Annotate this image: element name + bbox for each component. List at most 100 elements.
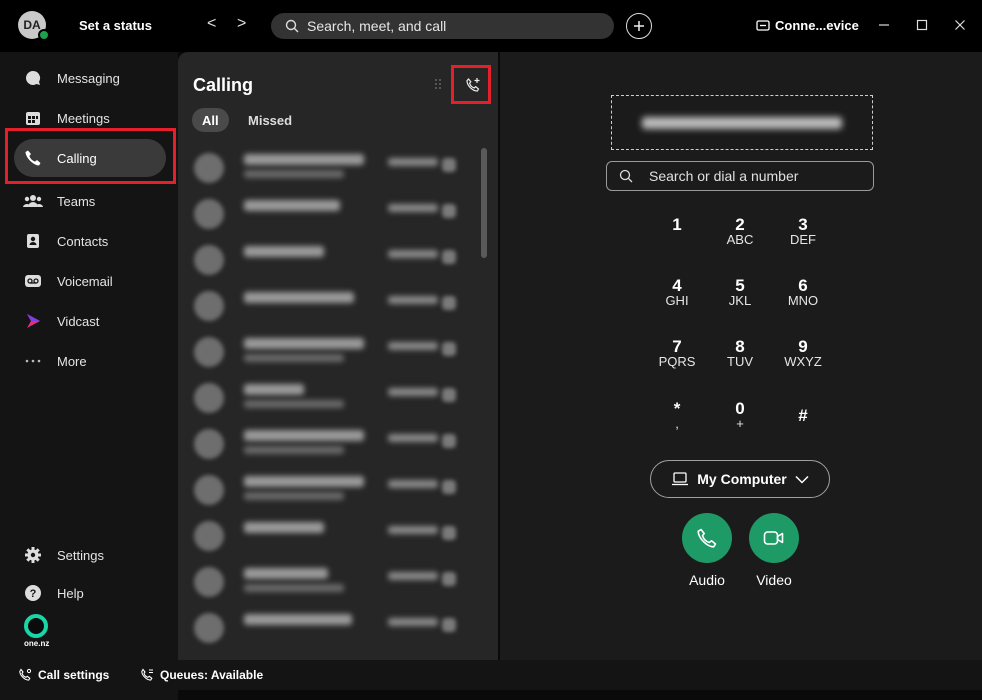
voicemail-icon	[25, 275, 41, 287]
call-history-list	[178, 144, 478, 650]
sidebar-item-label: Teams	[57, 193, 96, 209]
close-button[interactable]	[949, 14, 971, 36]
search-icon	[285, 19, 299, 33]
contacts-icon	[27, 234, 39, 248]
chevron-down-icon	[795, 475, 809, 484]
connect-device-label: Conne...evice	[775, 18, 859, 33]
vidcast-icon	[27, 314, 40, 328]
list-item[interactable]	[178, 512, 478, 558]
sidebar-item-label: Vidcast	[57, 313, 100, 329]
device-icon	[756, 19, 770, 31]
sidebar-item-vidcast[interactable]: Vidcast	[14, 302, 166, 340]
brand-logo: one.nz	[24, 614, 50, 648]
add-button[interactable]	[626, 13, 652, 39]
plus-icon	[634, 21, 644, 31]
set-status-button[interactable]: Set a status	[79, 18, 152, 33]
gear-icon	[25, 547, 41, 563]
call-history-panel: Calling All Missed	[178, 52, 498, 660]
maximize-icon	[916, 19, 928, 31]
list-item[interactable]	[178, 144, 478, 190]
dialpad-key-0[interactable]: 0 +	[715, 400, 765, 431]
filter-all-tab[interactable]: All	[192, 108, 229, 132]
device-select-label: My Computer	[697, 471, 787, 487]
dialpad-key-hash[interactable]: #	[778, 407, 828, 424]
phone-icon	[697, 528, 717, 548]
messaging-icon	[25, 70, 41, 85]
search-icon	[619, 169, 633, 183]
help-icon: ?	[25, 585, 41, 601]
new-call-highlight-box	[451, 65, 491, 104]
filter-missed-tab[interactable]: Missed	[238, 108, 302, 132]
dialpad-key-1[interactable]: 1	[652, 216, 702, 233]
sidebar-item-label: More	[57, 353, 87, 369]
sidebar-item-label: Settings	[57, 547, 104, 563]
video-call-label: Video	[756, 572, 792, 588]
dialpad-key-5[interactable]: 5 JKL	[715, 277, 765, 308]
page-title: Calling	[193, 75, 254, 95]
dialpad-key-star[interactable]: *,	[652, 400, 702, 431]
device-select-dropdown[interactable]: My Computer	[650, 460, 830, 498]
sidebar-item-voicemail[interactable]: Voicemail	[14, 262, 166, 300]
teams-icon	[23, 195, 43, 207]
sidebar-item-teams[interactable]: Teams	[14, 182, 166, 220]
sidebar-item-label: Messaging	[57, 70, 120, 86]
list-item[interactable]	[178, 328, 478, 374]
list-item[interactable]	[178, 466, 478, 512]
caller-id-display	[611, 95, 873, 150]
back-arrow-icon[interactable]: <	[207, 15, 216, 33]
audio-call-label: Audio	[689, 572, 725, 588]
dialpad-key-3[interactable]: 3 DEF	[778, 216, 828, 247]
sidebar-item-more[interactable]: More	[14, 342, 166, 380]
dial-search-input[interactable]: Search or dial a number	[606, 161, 874, 191]
title-bar: DA Set a status < > Search, meet, and ca…	[0, 0, 982, 52]
dialpad-key-6[interactable]: 6 MNO	[778, 277, 828, 308]
dialpad-key-8[interactable]: 8 TUV	[715, 338, 765, 369]
sidebar-item-settings[interactable]: Settings	[14, 536, 166, 574]
maximize-button[interactable]	[911, 14, 933, 36]
minimize-button[interactable]	[873, 14, 895, 36]
list-item[interactable]	[178, 374, 478, 420]
dialpad-key-2[interactable]: 2 ABC	[715, 216, 765, 247]
caller-id-blurred-text	[642, 116, 842, 129]
list-item[interactable]	[178, 604, 478, 650]
dialpad-panel: Search or dial a number 1 2 ABC 3 DEF 4 GHI…	[500, 52, 982, 660]
queues-status-label: Queues: Available	[160, 668, 264, 682]
list-item[interactable]	[178, 558, 478, 604]
drag-handle-icon[interactable]	[434, 78, 444, 92]
presence-status-dot	[38, 29, 50, 41]
queue-icon	[141, 668, 153, 681]
global-search-input[interactable]: Search, meet, and call	[271, 13, 614, 39]
scrollbar[interactable]	[481, 148, 487, 258]
list-item[interactable]	[178, 236, 478, 282]
dialpad-key-7[interactable]: 7 PQRS	[652, 338, 702, 369]
laptop-icon	[672, 472, 689, 486]
call-settings-label: Call settings	[38, 668, 110, 682]
video-camera-icon	[763, 531, 784, 545]
list-item[interactable]	[178, 282, 478, 328]
phone-settings-icon	[19, 668, 32, 681]
sidebar-item-label: Contacts	[57, 233, 109, 249]
more-icon	[25, 359, 41, 363]
list-item[interactable]	[178, 420, 478, 466]
brand-text: one.nz	[24, 639, 50, 648]
close-icon	[955, 20, 965, 30]
list-item[interactable]	[178, 190, 478, 236]
brand-ring-icon	[24, 614, 48, 638]
video-call-button[interactable]	[749, 513, 799, 563]
sidebar-item-label: Voicemail	[57, 273, 113, 289]
dial-search-placeholder: Search or dial a number	[649, 168, 799, 184]
forward-arrow-icon[interactable]: >	[237, 15, 246, 33]
connect-device-button[interactable]: Conne...evice	[756, 18, 859, 33]
sidebar-item-contacts[interactable]: Contacts	[14, 222, 166, 260]
call-settings-button[interactable]: Call settings	[18, 668, 109, 682]
sidebar-item-help[interactable]: ? Help	[14, 574, 166, 612]
audio-call-button[interactable]	[682, 513, 732, 563]
sidebar-item-label: Meetings	[57, 110, 110, 126]
dialpad-key-9[interactable]: 9 WXYZ	[778, 338, 828, 369]
calendar-icon	[26, 112, 40, 125]
dialpad-key-4[interactable]: 4 GHI	[652, 277, 702, 308]
sidebar-item-messaging[interactable]: Messaging	[14, 59, 166, 97]
calling-highlight-box	[5, 128, 176, 184]
minimize-icon	[879, 24, 889, 26]
queues-status-button[interactable]: Queues: Available	[140, 668, 263, 682]
